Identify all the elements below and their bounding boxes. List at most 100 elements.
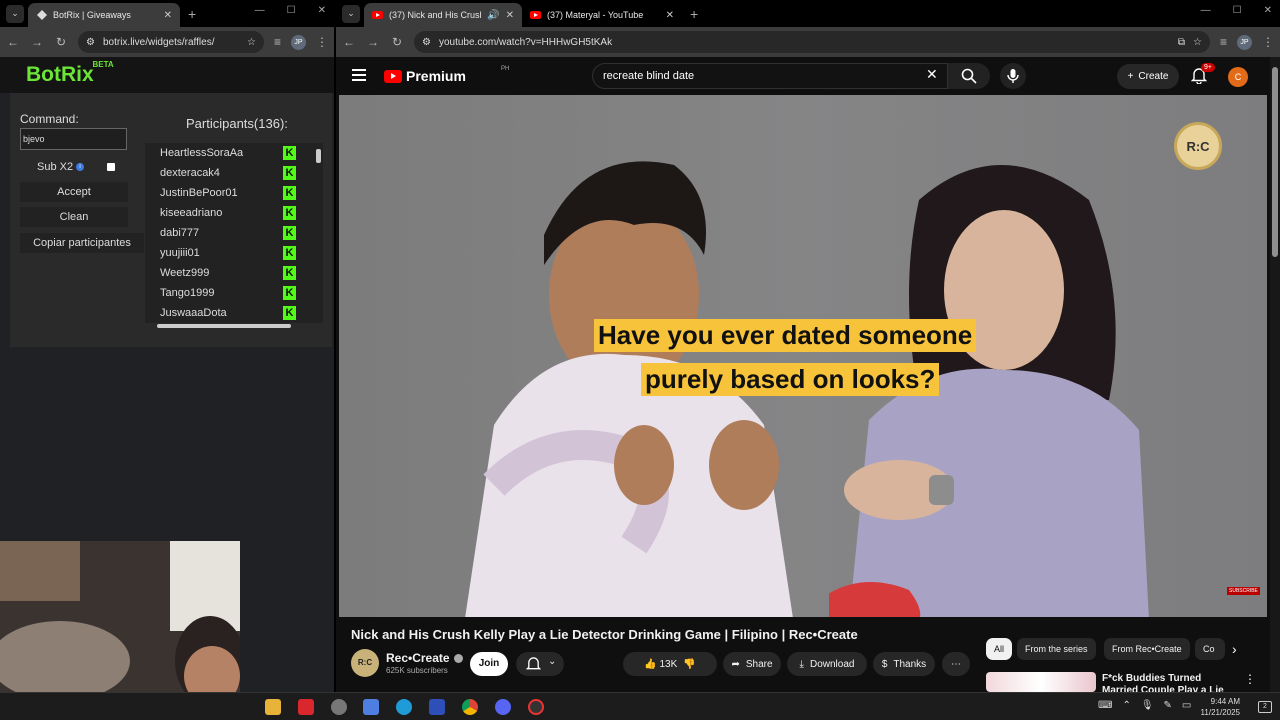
participants-vertical-scrollbar[interactable] [315, 143, 323, 323]
minimize-button[interactable]: — [1201, 5, 1211, 16]
hamburger-menu-icon[interactable] [352, 69, 366, 81]
pen-icon[interactable]: ✎ [1164, 700, 1172, 711]
firefox-icon[interactable] [429, 699, 445, 715]
obs-icon[interactable] [528, 699, 544, 715]
accept-button[interactable]: Accept [20, 182, 128, 202]
list-item[interactable]: Weetz999 K [145, 263, 315, 283]
list-item[interactable]: JustinBePoor01 K [145, 183, 315, 203]
notification-center-icon[interactable]: 2 [1258, 701, 1272, 713]
profile-avatar[interactable]: JP [291, 34, 306, 50]
new-tab-button[interactable]: + [690, 6, 698, 22]
chip-all[interactable]: All [986, 638, 1013, 660]
maximize-button[interactable]: ☐ [1233, 5, 1242, 16]
back-icon[interactable]: ← [342, 35, 356, 49]
subscription-bell-button[interactable]: ⌄ [516, 652, 564, 676]
list-item[interactable]: dexteracak4 K [145, 163, 315, 183]
account-avatar[interactable]: C [1228, 67, 1248, 87]
thanks-button[interactable]: $ Thanks [873, 652, 935, 676]
video-player[interactable]: Have you ever dated someone purely based… [339, 95, 1267, 617]
list-item[interactable]: JuswaaaDota K [145, 303, 315, 323]
search-input[interactable] [592, 63, 948, 89]
chrome-icon[interactable] [462, 699, 478, 715]
address-bar[interactable]: ⚙ botrix.live/widgets/raffles/ ☆ [78, 31, 264, 53]
recommended-video-title[interactable]: F*ck Buddies Turned Married Couple Play … [1102, 673, 1232, 692]
menu-kebab-icon[interactable]: ⋮ [1262, 35, 1274, 49]
search-button[interactable] [948, 63, 990, 89]
command-input[interactable] [20, 128, 127, 150]
chevron-right-icon[interactable]: › [1232, 641, 1237, 657]
reading-list-icon[interactable]: ≡ [274, 35, 281, 49]
share-button[interactable]: ➦ Share [723, 652, 781, 676]
edge-icon[interactable] [396, 699, 412, 715]
channel-avatar[interactable]: R:C [351, 649, 379, 677]
chip-from-series[interactable]: From the series [1017, 638, 1096, 660]
dislike-button[interactable]: 👎 [683, 659, 695, 670]
scroll-thumb[interactable] [316, 149, 321, 163]
clean-button[interactable]: Clean [20, 207, 128, 227]
chip-from-channel[interactable]: From Rec•Create [1104, 638, 1190, 660]
calculator-icon[interactable] [363, 699, 379, 715]
keyboard-icon[interactable]: ⌨ [1098, 700, 1112, 711]
join-button[interactable]: Join [470, 652, 508, 676]
tab-materyal[interactable]: (37) Materyal - YouTube ✕ [522, 3, 682, 27]
menu-kebab-icon[interactable]: ⋮ [316, 35, 328, 49]
reload-icon[interactable]: ↻ [54, 35, 68, 49]
mic-tray-icon[interactable]: 🎙 [1141, 700, 1154, 711]
tab-botrix[interactable]: BotRix | Giveaways ✕ [28, 3, 180, 27]
scroll-thumb[interactable] [1272, 67, 1278, 257]
chip-more[interactable]: Co [1195, 638, 1225, 660]
bookmark-star-icon[interactable]: ☆ [1193, 37, 1202, 48]
site-info-icon[interactable]: ⚙ [422, 37, 431, 48]
create-button[interactable]: + Create [1117, 64, 1179, 89]
scroll-thumb[interactable] [157, 324, 291, 328]
recommended-video-thumbnail[interactable] [986, 672, 1096, 692]
bookmark-star-icon[interactable]: ☆ [247, 37, 256, 48]
reading-list-icon[interactable]: ≡ [1220, 35, 1227, 49]
clear-search-icon[interactable]: ✕ [926, 66, 938, 83]
chevron-up-icon[interactable]: ⌃ [1122, 700, 1130, 711]
botrix-logo[interactable]: BotRix BETA [26, 60, 114, 87]
minimize-button[interactable]: — [255, 5, 265, 16]
tab-video[interactable]: (37) Nick and His Crush Kelly 🔊 ✕ [364, 3, 522, 27]
back-icon[interactable]: ← [6, 35, 20, 49]
close-window-button[interactable]: ✕ [318, 5, 326, 16]
list-item[interactable]: HeartlessSoraAa K [145, 143, 315, 163]
install-app-icon[interactable]: ⧉ [1178, 37, 1185, 48]
wps-office-icon[interactable] [298, 699, 314, 715]
close-tab-icon[interactable]: ✕ [164, 10, 172, 21]
download-button[interactable]: ⤓ Download [787, 652, 867, 676]
rec-more-icon[interactable]: ⋮ [1244, 672, 1256, 686]
speaker-icon[interactable]: 🔊 [487, 10, 499, 21]
reload-icon[interactable]: ↻ [390, 35, 404, 49]
list-item[interactable]: yuujiii01 K [145, 243, 315, 263]
list-item[interactable]: kiseeadriano K [145, 203, 315, 223]
site-info-icon[interactable]: ⚙ [86, 37, 95, 48]
tab-search-button[interactable]: ⌄ [6, 4, 24, 23]
list-item[interactable]: dabi777 K [145, 223, 315, 243]
tab-search-button[interactable]: ⌄ [342, 4, 360, 23]
like-button[interactable]: 👍 13K [644, 659, 677, 670]
forward-icon[interactable]: → [30, 35, 44, 49]
list-item[interactable]: Tango1999 K [145, 283, 315, 303]
channel-watermark-logo[interactable]: R:C [1174, 122, 1222, 170]
channel-name[interactable]: Rec•Create [386, 651, 463, 665]
close-tab-icon[interactable]: ✕ [506, 10, 514, 21]
battery-icon[interactable]: ▭ [1182, 700, 1191, 711]
voice-search-button[interactable] [1000, 63, 1026, 89]
new-tab-button[interactable]: + [188, 6, 196, 22]
info-icon[interactable]: i [76, 163, 84, 171]
app-icon[interactable] [331, 699, 347, 715]
sub-x2-checkbox[interactable] [107, 163, 115, 171]
address-bar[interactable]: ⚙ youtube.com/watch?v=HHHwGH5tKAk ⧉ ☆ [414, 31, 1210, 53]
file-explorer-icon[interactable] [265, 699, 281, 715]
clock[interactable]: 9:44 AM 11/21/2025 [1201, 696, 1240, 718]
youtube-premium-logo[interactable]: Premium PH [384, 66, 509, 84]
close-window-button[interactable]: ✕ [1264, 5, 1272, 16]
maximize-button[interactable]: ☐ [287, 5, 296, 16]
participants-horizontal-scrollbar[interactable] [145, 322, 315, 330]
more-actions-button[interactable]: ⋯ [942, 652, 970, 676]
profile-avatar[interactable]: JP [1237, 34, 1252, 50]
discord-icon[interactable] [495, 699, 511, 715]
forward-icon[interactable]: → [366, 35, 380, 49]
copy-participants-button[interactable]: Copiar participantes [20, 233, 144, 253]
